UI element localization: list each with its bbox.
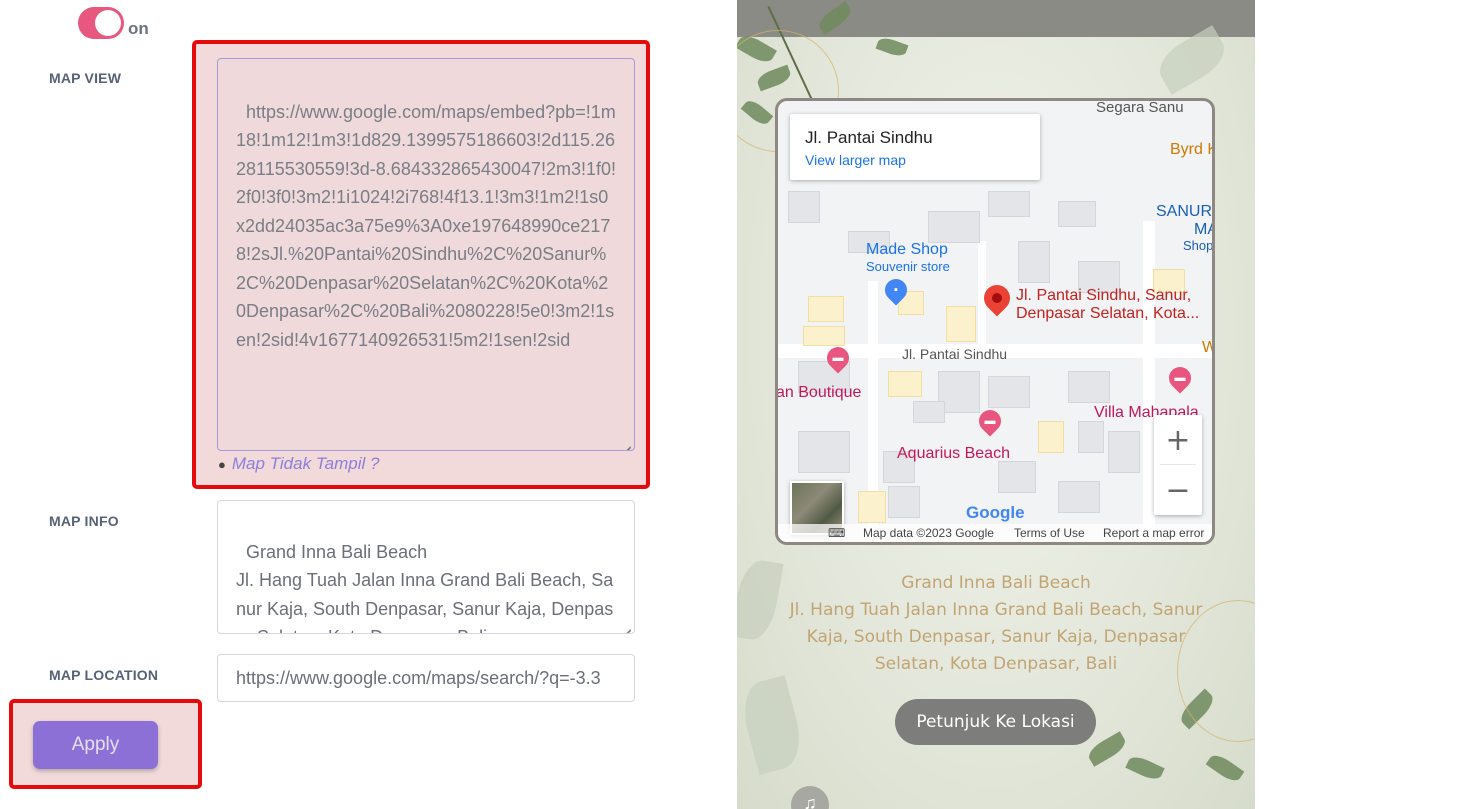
map-building <box>1018 241 1050 283</box>
map-building <box>913 401 945 423</box>
embedded-map[interactable]: Jl. Pantai Sindhu View larger map Segara… <box>775 98 1215 545</box>
map-building <box>946 306 976 342</box>
bullet-icon: ● <box>218 457 226 473</box>
hotel-pin-icon[interactable]: ▬ <box>1164 362 1196 394</box>
google-logo-text: Google <box>966 503 1025 522</box>
preview-top-bar <box>737 0 1255 37</box>
map-building <box>788 191 820 223</box>
map-road-label: Jl. Pantai Sindhu <box>902 346 1008 362</box>
map-attribution: ⌨ Map data ©2023 Google Terms of Use Rep… <box>778 524 1212 542</box>
map-pin-label-2: Denpasar Selatan, Kota... <box>1016 305 1200 322</box>
location-address: Jl. Hang Tuah Jalan Inna Grand Bali Beac… <box>789 600 1203 674</box>
map-building <box>888 486 920 518</box>
map-not-showing-link[interactable]: Map Tidak Tampil ? <box>232 454 380 473</box>
map-label-ma: MA <box>1194 221 1212 238</box>
zoom-out-button[interactable]: − <box>1154 465 1202 515</box>
map-building <box>798 431 850 473</box>
toggle-state-label: on <box>128 19 149 38</box>
map-label-shop: Shop <box>1183 238 1214 253</box>
toggle-switch[interactable] <box>78 7 124 39</box>
map-building <box>808 296 844 322</box>
view-larger-map-link[interactable]: View larger map <box>805 152 906 168</box>
map-card-title: Jl. Pantai Sindhu <box>805 128 933 147</box>
map-place-card: Jl. Pantai Sindhu View larger map <box>790 114 1040 180</box>
map-building <box>1038 421 1064 453</box>
invitation-preview: Jl. Pantai Sindhu View larger map Segara… <box>737 0 1255 809</box>
leaf-decoration <box>1205 751 1245 785</box>
map-view-label: MAP VIEW <box>49 70 122 86</box>
location-name: Grand Inna Bali Beach <box>901 573 1091 593</box>
report-error-link[interactable]: Report a map error <box>1103 526 1204 540</box>
map-location-value: https://www.google.com/maps/search/?q=-3… <box>236 668 601 688</box>
map-building <box>928 211 980 243</box>
map-building <box>1058 201 1096 227</box>
directions-button[interactable]: Petunjuk Ke Lokasi <box>895 699 1096 745</box>
map-label-made-shop: Made Shop <box>866 241 948 258</box>
map-building <box>998 461 1036 493</box>
leaf-decoration <box>1125 753 1165 783</box>
map-pin-label-1: Jl. Pantai Sindhu, Sanur, <box>1016 287 1192 304</box>
map-building <box>888 371 922 397</box>
map-data-text: Map data ©2023 Google <box>863 526 994 540</box>
map-hint: ● Map Tidak Tampil ? <box>218 454 379 474</box>
map-label-segara: Segara Sanu <box>1096 99 1184 116</box>
music-icon[interactable]: ♫ <box>791 786 829 809</box>
map-embed-value: https://www.google.com/maps/embed?pb=!1m… <box>236 101 617 350</box>
map-info-value: Grand Inna Bali Beach Jl. Hang Tuah Jala… <box>236 541 614 634</box>
map-label-sanur: SANUR <box>1156 203 1213 220</box>
zoom-in-button[interactable]: + <box>1154 415 1202 465</box>
map-info-textarea[interactable]: Grand Inna Bali Beach Jl. Hang Tuah Jala… <box>217 500 635 634</box>
resize-grip-icon[interactable] <box>621 437 631 447</box>
toggle-knob <box>95 10 121 36</box>
map-label-aquarius: Aquarius Beach <box>897 445 1010 462</box>
google-logo: Google <box>966 503 1025 523</box>
map-building <box>803 326 845 346</box>
map-embed-textarea[interactable]: https://www.google.com/maps/embed?pb=!1m… <box>217 58 635 451</box>
map-building <box>1078 421 1104 453</box>
resize-grip-icon[interactable] <box>621 620 631 630</box>
map-label-souvenir: Souvenir store <box>866 259 950 274</box>
map-building <box>1068 371 1110 403</box>
leaf-decoration <box>875 35 909 59</box>
map-building <box>1108 431 1140 473</box>
leaf-decoration <box>737 675 808 775</box>
map-building <box>858 491 886 523</box>
map-info-label: MAP INFO <box>49 513 119 529</box>
map-location-input[interactable]: https://www.google.com/maps/search/?q=-3… <box>217 654 635 702</box>
apply-button[interactable]: Apply <box>33 721 158 769</box>
map-zoom-control: + − <box>1154 415 1202 515</box>
map-location-label: MAP LOCATION <box>49 667 159 683</box>
map-building <box>988 376 1030 408</box>
map-label-boutique: an Boutique <box>776 384 862 401</box>
map-building <box>988 191 1030 217</box>
leaf-decoration <box>1085 731 1129 767</box>
keyboard-icon[interactable]: ⌨ <box>828 526 845 540</box>
on-toggle[interactable]: on <box>78 7 149 39</box>
map-label-byrd: Byrd K <box>1170 141 1215 158</box>
map-building <box>1058 481 1100 513</box>
terms-link[interactable]: Terms of Use <box>1014 526 1085 540</box>
map-label-w: W <box>1202 339 1212 357</box>
